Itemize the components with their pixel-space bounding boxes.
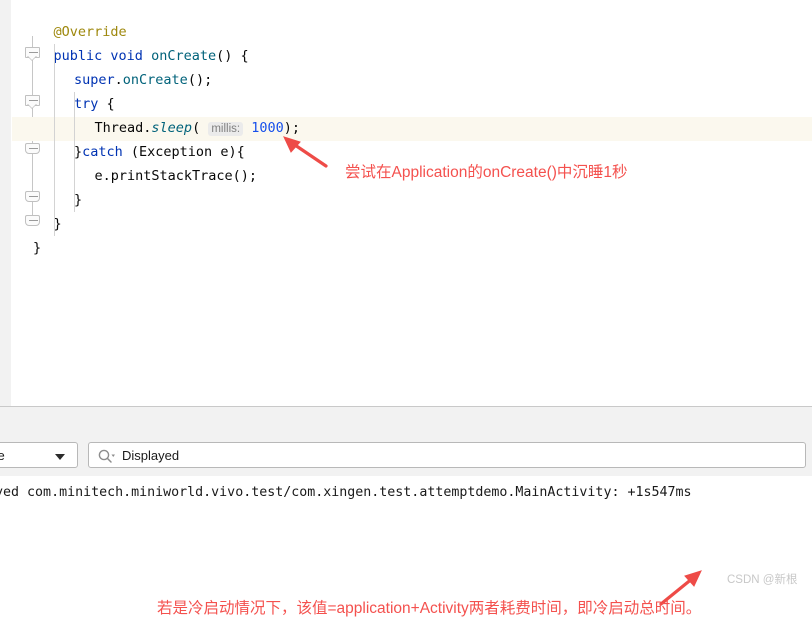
code-token: }: [74, 144, 83, 160]
code-line: super.onCreate();: [74, 68, 212, 92]
code-folding-strip[interactable]: [11, 0, 40, 406]
code-token: (Exception e){: [122, 144, 245, 160]
logcat-search-input[interactable]: Displayed: [88, 442, 806, 468]
code-line: Thread.sleep( millis: 1000);: [94, 116, 300, 140]
logcat-panel[interactable]: erbose Displayed isplayed com.minitech.m…: [0, 407, 812, 617]
logcat-toolbar[interactable]: erbose Displayed: [0, 436, 812, 476]
code-editor[interactable]: @Override public void onCreate() {super.o…: [0, 0, 812, 407]
indent-guide: [53, 44, 55, 236]
logcat-search-value: Displayed: [122, 447, 180, 463]
code-token: catch: [82, 144, 123, 160]
code-line: }: [74, 188, 82, 212]
code-line: }: [54, 212, 62, 236]
code-token: millis:: [208, 122, 244, 136]
code-token: }: [53, 216, 62, 232]
code-token: Thread: [94, 120, 144, 136]
code-line: @Override: [54, 20, 127, 44]
code-token: super: [74, 72, 115, 88]
code-line: try {: [74, 92, 115, 116]
code-token: ();: [187, 72, 213, 88]
log-entry: isplayed com.minitech.miniworld.vivo.tes…: [0, 485, 692, 500]
code-token: .: [114, 72, 123, 88]
code-token: }: [33, 240, 42, 256]
code-annotation-text: 尝试在Application的onCreate()中沉睡1秒: [345, 164, 628, 181]
code-line: e.printStackTrace();: [95, 164, 258, 188]
code-token: () {: [216, 48, 249, 64]
log-level-select[interactable]: erbose: [0, 442, 78, 468]
code-token: sleep: [151, 120, 193, 136]
code-token: try: [74, 96, 99, 112]
chevron-down-icon: [55, 454, 65, 460]
code-token: void: [110, 48, 143, 64]
code-callout-arrow: [283, 136, 328, 168]
code-token: @Override: [53, 24, 127, 40]
log-annotation-text: 若是冷启动情况下，该值=application+Activity两者耗费时间，即…: [157, 600, 702, 617]
code-line: public void onCreate() {: [54, 44, 249, 68]
indent-guide: [74, 92, 75, 212]
code-token: onCreate: [151, 48, 217, 64]
code-token: onCreate: [122, 72, 188, 88]
code-token: e.printStackTrace();: [94, 168, 258, 184]
log-level-value: erbose: [0, 447, 5, 463]
logcat-output[interactable]: isplayed com.minitech.miniworld.vivo.tes…: [0, 476, 812, 617]
code-content[interactable]: @Override public void onCreate() {super.o…: [33, 0, 812, 406]
code-token: {: [98, 96, 115, 112]
code-token: (: [192, 120, 209, 136]
search-icon: [97, 447, 116, 470]
csdn-watermark: CSDN @新根: [727, 574, 798, 586]
code-line: }: [33, 236, 41, 260]
code-line: }catch (Exception e){: [74, 140, 245, 164]
code-token: public: [53, 48, 103, 64]
code-token: }: [74, 192, 83, 208]
